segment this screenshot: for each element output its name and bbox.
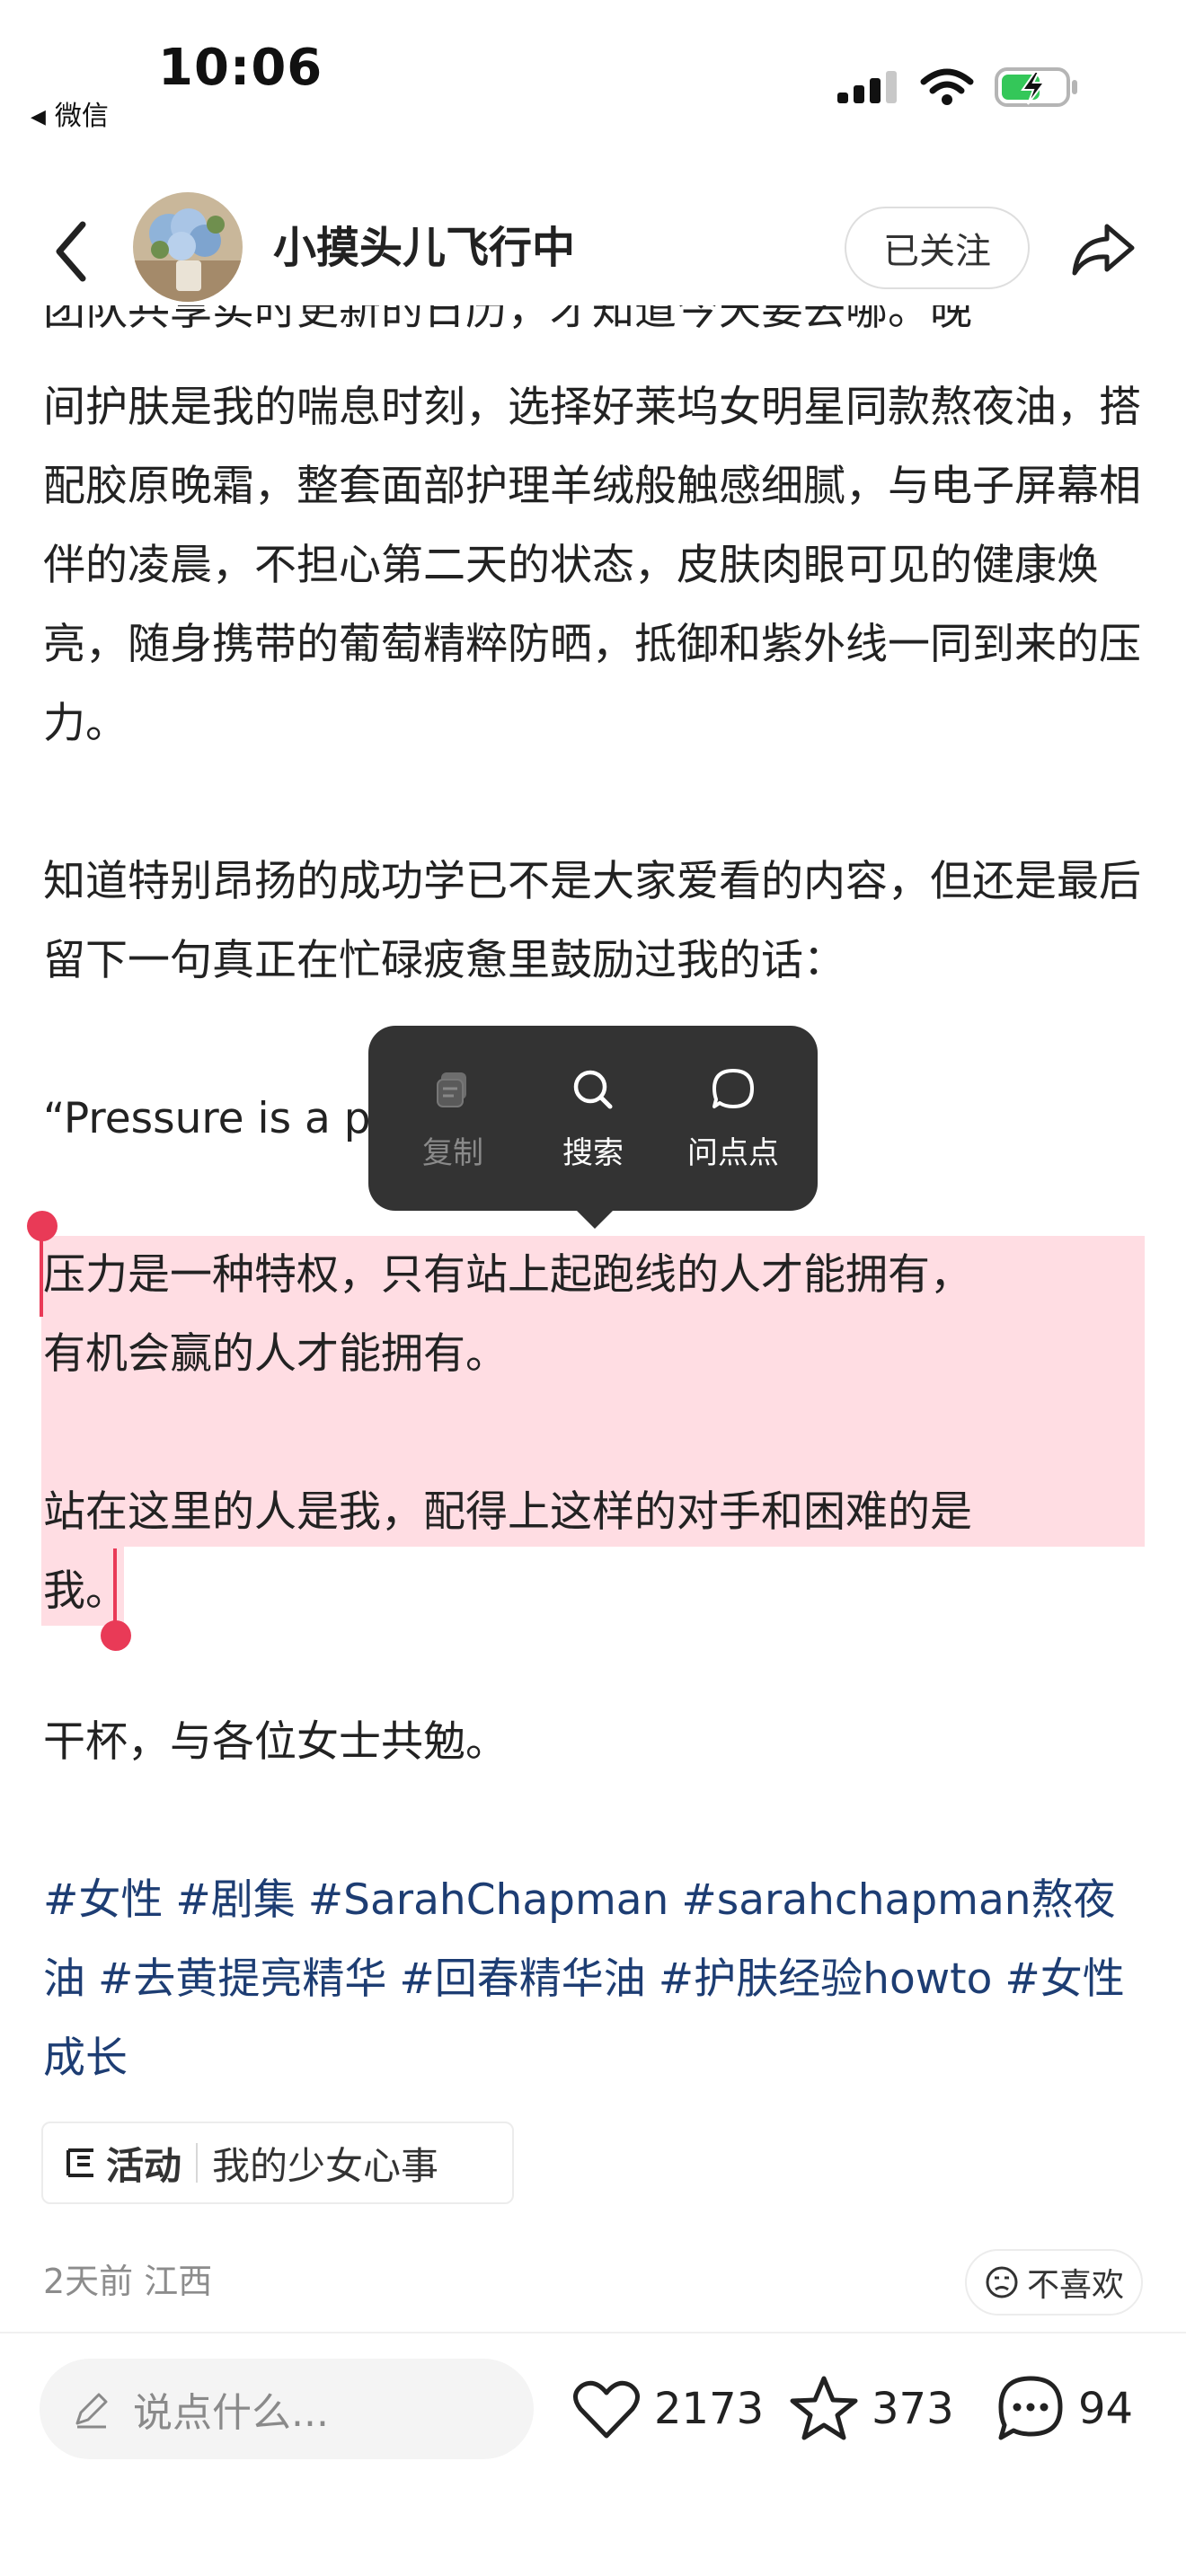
selection-menu: 复制 搜索 问点点 [368, 1026, 818, 1211]
hashtag-link[interactable]: #女性 [43, 1875, 163, 1925]
share-icon[interactable] [1067, 214, 1139, 286]
status-time: 10:06 [158, 39, 323, 97]
search-icon [573, 1070, 613, 1108]
post-paragraph: 间护肤是我的喘息时刻，选择好莱坞女明星同款熬夜油，搭配胶原晚霜，整套面部护理羊绒… [43, 383, 1141, 748]
copy-menu-item[interactable]: 复制 [394, 1065, 511, 1172]
comment-placeholder: 说点什么... [133, 2390, 329, 2436]
hashtag-link[interactable]: #去黄提亮精华 [98, 1954, 386, 2004]
ask-label: 问点点 [687, 1134, 779, 1171]
back-to-wechat-link[interactable]: ◀ 微信 [31, 99, 109, 136]
copy-label: 复制 [422, 1134, 483, 1171]
selected-quote[interactable]: 压力是一种特权，只有站上起跑线的人才能拥有， 有机会赢的人才能拥有。 站在这里的… [43, 1236, 1148, 1631]
battery-charging-icon [995, 67, 1077, 107]
selection-start-knob[interactable] [27, 1211, 58, 1241]
selected-line: 站在这里的人是我，配得上这样的对手和困难的是 [43, 1487, 972, 1537]
follow-button[interactable]: 已关注 [845, 207, 1030, 289]
activity-name: 我的少女心事 [212, 2143, 439, 2188]
search-label: 搜索 [562, 1134, 624, 1171]
hashtag-link[interactable]: #剧集 [175, 1875, 295, 1925]
wifi-icon [920, 68, 974, 105]
comment-bubble-icon [998, 2376, 1063, 2440]
chat-bubble-icon [712, 1068, 754, 1108]
chip-divider [196, 2143, 199, 2183]
hashtag-link[interactable]: #回春精华油 [399, 1954, 645, 2004]
like-count: 2173 [654, 2384, 765, 2434]
back-app-label: 微信 [54, 101, 109, 132]
collect-button[interactable]: 373 [789, 2368, 954, 2450]
divider [0, 2332, 1186, 2333]
activity-label: 活动 [106, 2143, 182, 2188]
ask-menu-item[interactable]: 问点点 [675, 1065, 792, 1172]
comment-count: 94 [1078, 2384, 1134, 2434]
closing-line: 干杯，与各位女士共勉。 [43, 1717, 508, 1767]
selection-end-knob[interactable] [101, 1620, 131, 1651]
username[interactable]: 小摸头儿飞行中 [273, 219, 575, 277]
dislike-button[interactable]: 不喜欢 [965, 2249, 1143, 2316]
avatar[interactable] [133, 192, 243, 302]
search-menu-item[interactable]: 搜索 [535, 1065, 651, 1172]
tag-list: #女性 #剧集 #SarahChapman #sarahchapman熬夜油 #去黄提亮… [43, 1861, 1148, 2098]
selected-line: 有机会赢的人才能拥有。 [43, 1329, 508, 1379]
selected-line: 我。 [43, 1566, 128, 1616]
frown-face-icon [986, 2266, 1018, 2298]
hashtag-link[interactable]: #护肤经验howto [659, 1954, 993, 2004]
heart-icon [573, 2380, 640, 2439]
post-time-location: 2天前 江西 [43, 2262, 213, 2301]
collect-count: 373 [872, 2384, 954, 2434]
pencil-icon [75, 2393, 108, 2429]
activity-icon [66, 2148, 93, 2177]
avatar-image [133, 192, 243, 302]
status-icons [836, 65, 1080, 110]
selection-menu-pointer [575, 1209, 615, 1229]
selected-line: 压力是一种特权，只有站上起跑线的人才能拥有， [43, 1250, 972, 1300]
dislike-label: 不喜欢 [1026, 2267, 1124, 2304]
post-paragraph: 知道特别昂扬的成功学已不是大家爱看的内容，但还是最后留下一句真正在忙碌疲惫里鼓励… [43, 857, 1141, 985]
activity-chip[interactable]: 活动 我的少女心事 [41, 2122, 514, 2204]
like-button[interactable]: 2173 [571, 2368, 764, 2450]
comments-button[interactable]: 94 [996, 2368, 1133, 2450]
post-partial-line: 团队共享实时更新的日历，才知道今天要去哪。晚 [43, 305, 972, 335]
back-triangle-icon: ◀ [31, 106, 46, 128]
back-chevron-icon[interactable] [47, 216, 101, 287]
signal-icon [837, 71, 897, 103]
hashtag-link[interactable]: #SarahChapman [308, 1875, 669, 1925]
star-icon [790, 2376, 858, 2440]
selected-line-blank [43, 1394, 1148, 1473]
comment-input[interactable]: 说点什么... [40, 2359, 534, 2459]
copy-icon [437, 1072, 466, 1107]
